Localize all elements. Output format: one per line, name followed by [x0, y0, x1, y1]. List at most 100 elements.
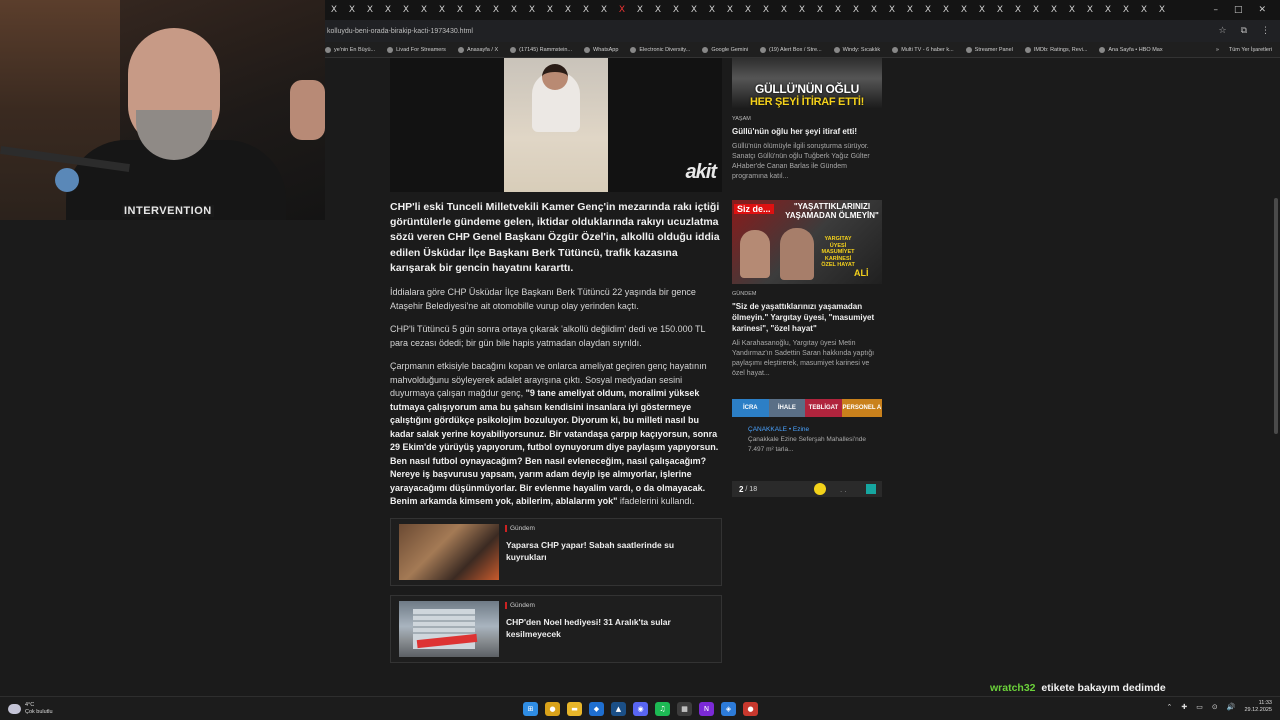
video-player[interactable]: akit [390, 58, 722, 192]
display-icon[interactable]: ▭ [1196, 703, 1203, 711]
bookmark-item[interactable]: (17145) Rammstein... [510, 46, 572, 53]
pager-active-dot[interactable] [814, 483, 826, 495]
tab-close-icon[interactable]: X [829, 5, 847, 15]
tab-close-icon[interactable]: X [757, 5, 775, 15]
tab-close-icon[interactable]: X [523, 5, 541, 15]
taskbar-app-icon[interactable]: N [699, 702, 714, 716]
tab-close-icon[interactable]: X [1081, 5, 1099, 15]
tab-close-icon[interactable]: X [595, 5, 613, 15]
bookmark-item[interactable]: Streamer Panel [965, 46, 1013, 53]
tab-close-icon[interactable]: X [1117, 5, 1135, 15]
menu-icon[interactable]: ⋮ [1261, 26, 1270, 36]
tray-app-icon[interactable]: ✚ [1181, 703, 1187, 711]
tab-close-icon[interactable]: X [685, 5, 703, 15]
tab-close-icon[interactable]: X [703, 5, 721, 15]
tab-close-icon[interactable]: X [1153, 5, 1171, 15]
tab-close-icon[interactable]: X [847, 5, 865, 15]
tab-tebligat[interactable]: TEBLİGAT [805, 399, 842, 417]
scrollbar-thumb[interactable] [1274, 198, 1278, 434]
bookmark-item[interactable]: Anasayfa / X [457, 46, 498, 53]
related-news-card[interactable]: Gündem CHP'den Noel hediyesi! 31 Aralık'… [390, 594, 722, 663]
tab-close-icon[interactable]: X [1099, 5, 1117, 15]
tab-close-icon[interactable]: X [541, 5, 559, 15]
tab-close-icon[interactable]: X [415, 5, 433, 15]
related-news-title[interactable]: Yaparsa CHP yapar! Sabah saatlerinde su … [506, 539, 716, 563]
bookmark-item[interactable]: IMDb: Ratings, Revi... [1024, 46, 1087, 53]
taskbar-app-icon[interactable]: ▦ [677, 702, 692, 716]
sidebar-news-image-1[interactable]: GÜLLÜ'NÜN OĞLU HER ŞEYİ İTİRAF ETTİ! [732, 58, 882, 109]
tab-close-icon[interactable]: X [883, 5, 901, 15]
tab-close-icon[interactable]: X [721, 5, 739, 15]
pager-dots[interactable]: . . [840, 485, 847, 494]
bookmark-item[interactable]: Google Gemini [702, 46, 748, 53]
bookmark-item[interactable]: Ana Sayfa • HBO Max [1099, 46, 1163, 53]
taskbar-app-icon[interactable]: ◉ [633, 702, 648, 716]
tab-close-icon[interactable]: X [343, 5, 361, 15]
tab-close-icon[interactable]: X [937, 5, 955, 15]
tab-close-icon[interactable]: X [1045, 5, 1063, 15]
tab-close-icon[interactable]: X [613, 5, 631, 15]
tab-close-icon[interactable]: X [1027, 5, 1045, 15]
tab-close-icon[interactable]: X [631, 5, 649, 15]
bookmarks-overflow-button[interactable]: » [1216, 47, 1219, 53]
tab-close-icon[interactable]: X [811, 5, 829, 15]
tab-close-icon[interactable]: X [505, 5, 523, 15]
start-menu-icon[interactable]: ⊞ [523, 702, 538, 716]
tab-close-icon[interactable]: X [865, 5, 883, 15]
tab-close-icon[interactable]: X [433, 5, 451, 15]
minimize-button[interactable]: – [1213, 5, 1218, 15]
tab-close-icon[interactable]: X [451, 5, 469, 15]
extensions-icon[interactable]: ⧉ [1241, 26, 1247, 36]
bookmark-item[interactable]: ye'nin En Büyü... [325, 46, 375, 53]
tab-close-icon[interactable]: X [325, 5, 343, 15]
tab-close-icon[interactable]: X [739, 5, 757, 15]
tab-close-icon[interactable]: X [955, 5, 973, 15]
taskbar-app-icon[interactable]: ● [743, 702, 758, 716]
tab-personel[interactable]: PERSONEL A [841, 399, 882, 417]
tab-close-icon[interactable]: X [1063, 5, 1081, 15]
tab-close-icon[interactable]: X [361, 5, 379, 15]
bookmark-item[interactable]: Livad For Streamers [387, 46, 446, 53]
bookmark-item[interactable]: Electronic Diversity... [630, 46, 690, 53]
tab-close-icon[interactable]: X [775, 5, 793, 15]
tab-close-icon[interactable]: X [919, 5, 937, 15]
tab-close-icon[interactable]: X [379, 5, 397, 15]
bookmark-item[interactable]: (19) Alert Box / Stre... [760, 46, 822, 53]
maximize-button[interactable]: □ [1234, 5, 1243, 15]
taskbar-app-icon[interactable]: ♫ [655, 702, 670, 716]
tab-close-icon[interactable]: X [1009, 5, 1027, 15]
tab-ihale[interactable]: İHALE [768, 399, 806, 417]
taskbar-app-icon[interactable]: ◆ [589, 702, 604, 716]
tab-close-icon[interactable]: X [577, 5, 595, 15]
related-news-title[interactable]: CHP'den Noel hediyesi! 31 Aralık'ta sula… [506, 616, 716, 640]
tab-content[interactable]: ÇANAKKALE • Ezine Çanakkale Ezine Seferş… [732, 417, 882, 469]
tab-close-icon[interactable]: X [397, 5, 415, 15]
weather-widget[interactable]: 4°C Çok bulutlu [0, 702, 110, 716]
taskbar-app-icon[interactable]: ▲ [611, 702, 626, 716]
url-text[interactable]: kolluydu-beni-orada-birakip-kacti-197343… [325, 28, 1218, 35]
tab-close-icon[interactable]: X [1135, 5, 1153, 15]
sidebar-news-title[interactable]: Güllü'nün oğlu her şeyi itiraf etti! [732, 126, 882, 137]
tab-close-icon[interactable]: X [559, 5, 577, 15]
tab-close-icon[interactable]: X [469, 5, 487, 15]
taskbar-app-icon[interactable]: ▬ [567, 702, 582, 716]
tab-close-icon[interactable]: X [991, 5, 1009, 15]
tab-close-icon[interactable]: X [649, 5, 667, 15]
network-icon[interactable]: ⊙ [1212, 703, 1218, 711]
volume-icon[interactable]: 🔊 [1227, 703, 1236, 711]
taskbar-app-icon[interactable]: ◈ [721, 702, 736, 716]
tray-overflow-icon[interactable]: ⌃ [1167, 703, 1173, 711]
page-scrollbar[interactable] [1272, 58, 1280, 696]
clock[interactable]: 11:33 29.12.2025 [1244, 700, 1272, 714]
tab-close-icon[interactable]: X [487, 5, 505, 15]
tab-close-icon[interactable]: X [793, 5, 811, 15]
bookmark-item[interactable]: WhatsApp [584, 46, 618, 53]
all-bookmarks-button[interactable]: Tüm Yer İşaretleri [1229, 47, 1272, 53]
bookmark-item[interactable]: Windy: Sıcaklık [833, 46, 880, 53]
sidebar-news-image-2[interactable]: Siz de... "YAŞATTIKLARINIZI YAŞAMADAN ÖL… [732, 200, 882, 284]
tab-close-icon[interactable]: X [667, 5, 685, 15]
taskbar-app-icon[interactable]: ● [545, 702, 560, 716]
tab-close-icon[interactable]: X [901, 5, 919, 15]
pager-next-button[interactable] [866, 484, 876, 494]
sidebar-news-title[interactable]: "Siz de yaşattıklarınızı yaşamadan ölmey… [732, 301, 882, 334]
